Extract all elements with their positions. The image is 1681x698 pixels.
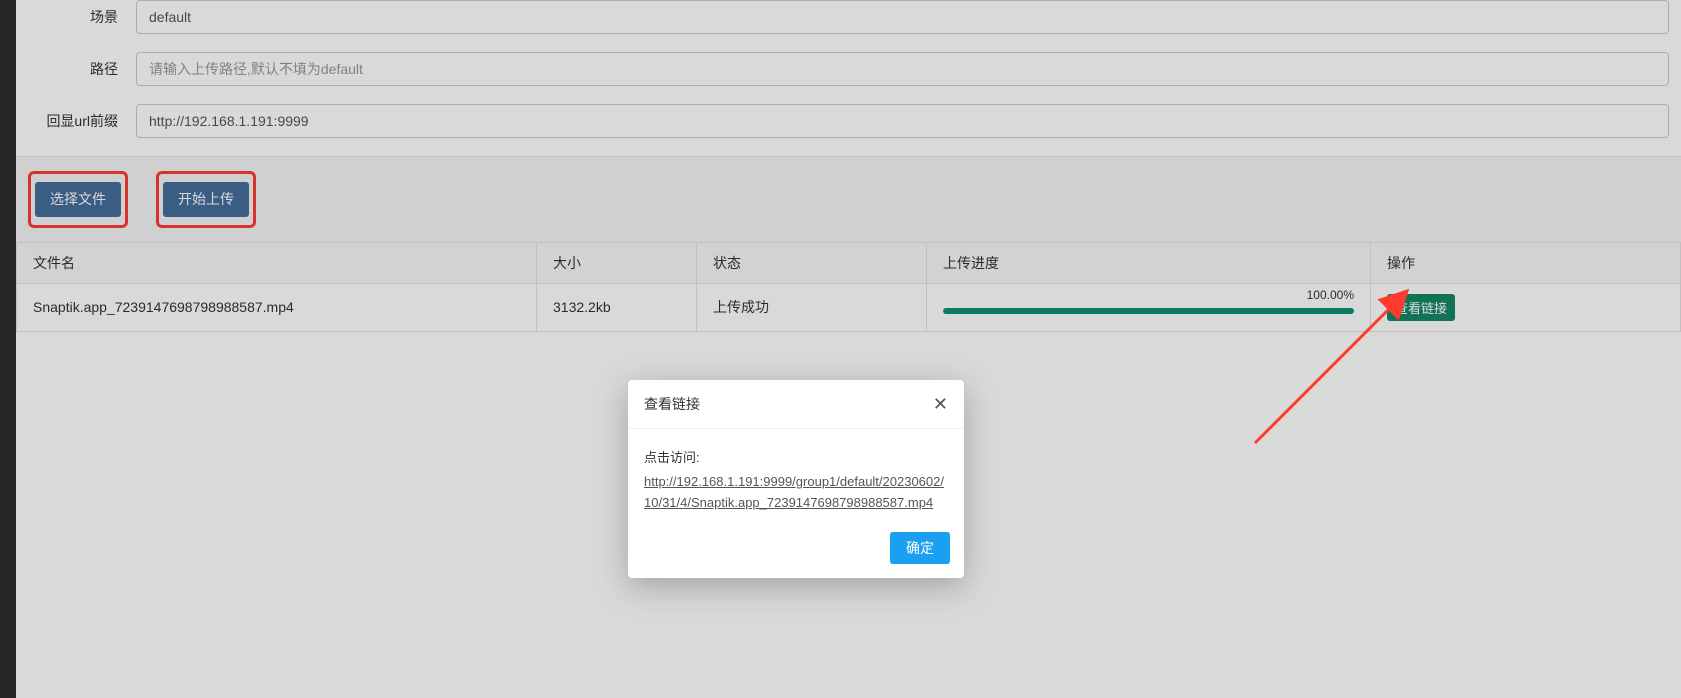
button-bar: 选择文件 开始上传 [16,156,1681,242]
url-prefix-label: 回显url前缀 [28,111,136,131]
close-icon[interactable]: ✕ [933,395,948,413]
choose-file-button[interactable]: 选择文件 [35,182,121,217]
modal-url-link[interactable]: http://192.168.1.191:9999/group1/default… [644,474,944,510]
form-row-path: 路径 [28,52,1669,86]
view-link-modal: 查看链接 ✕ 点击访问: http://192.168.1.191:9999/g… [628,380,964,578]
modal-footer: 确定 [628,522,964,578]
form-row-url-prefix: 回显url前缀 [28,104,1669,138]
path-input[interactable] [136,52,1669,86]
cell-size: 3132.2kb [537,283,697,331]
table-row: Snaptik.app_7239147698798988587.mp4 3132… [17,283,1681,331]
col-filename: 文件名 [17,242,537,283]
scene-label: 场景 [28,7,136,27]
cell-progress: 100.00% [927,283,1371,331]
col-size: 大小 [537,242,697,283]
highlight-start-upload: 开始上传 [156,171,256,228]
form-row-scene: 场景 [28,0,1669,34]
upload-form: 场景 路径 回显url前缀 [16,0,1681,138]
highlight-choose-file: 选择文件 [28,171,128,228]
col-status: 状态 [697,242,927,283]
cell-action: 查看链接 [1371,283,1681,331]
progress-bar [943,308,1354,314]
sidebar-spacer [0,0,16,698]
col-action: 操作 [1371,242,1681,283]
col-progress: 上传进度 [927,242,1371,283]
table-header-row: 文件名 大小 状态 上传进度 操作 [17,242,1681,283]
progress-percent: 100.00% [1307,288,1354,302]
path-label: 路径 [28,59,136,79]
file-table: 文件名 大小 状态 上传进度 操作 Snaptik.app_7239147698… [16,242,1681,332]
modal-title: 查看链接 [644,394,700,414]
modal-body: 点击访问: http://192.168.1.191:9999/group1/d… [628,429,964,522]
scene-input[interactable] [136,0,1669,34]
view-link-button[interactable]: 查看链接 [1387,294,1455,321]
start-upload-button[interactable]: 开始上传 [163,182,249,217]
modal-header: 查看链接 ✕ [628,380,964,429]
cell-filename: Snaptik.app_7239147698798988587.mp4 [17,283,537,331]
cell-status: 上传成功 [697,283,927,331]
modal-prompt: 点击访问: [644,447,948,466]
confirm-button[interactable]: 确定 [890,532,950,564]
url-prefix-input[interactable] [136,104,1669,138]
page-content: 场景 路径 回显url前缀 选择文件 开始上传 文件名 大小 状态 上传进度 操… [16,0,1681,698]
